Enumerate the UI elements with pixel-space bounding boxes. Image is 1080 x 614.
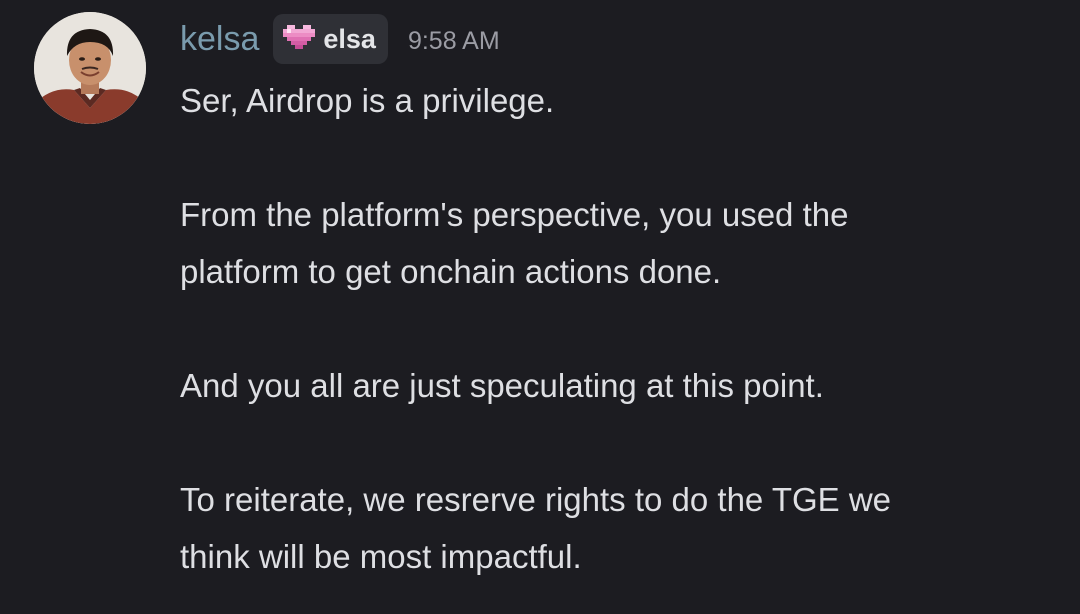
guild-tag[interactable]: elsa: [273, 14, 388, 64]
username[interactable]: kelsa: [180, 14, 259, 64]
avatar-portrait: [34, 12, 146, 124]
message-line: From the platform's perspective, you use…: [180, 196, 849, 233]
pink-pixel-heart-icon: [283, 25, 316, 49]
message-timestamp[interactable]: 9:58 AM: [408, 12, 500, 66]
chat-message: kelsa elsa 9:58 AM Ser, Airdrop is a pri…: [0, 0, 1080, 614]
message-line: And you all are just speculating at this…: [180, 367, 824, 404]
message-line: think will be most impactful.: [180, 538, 582, 575]
message-line: platform to get onchain actions done.: [180, 253, 722, 290]
message-header: kelsa elsa 9:58 AM: [180, 14, 500, 64]
message-line: Ser, Airdrop is a privilege.: [180, 82, 555, 119]
message-line: To reiterate, we resrerve rights to do t…: [180, 481, 892, 518]
user-avatar[interactable]: [34, 12, 146, 124]
message-content: Ser, Airdrop is a privilege. From the pl…: [180, 72, 1060, 585]
guild-tag-label: elsa: [323, 24, 376, 54]
